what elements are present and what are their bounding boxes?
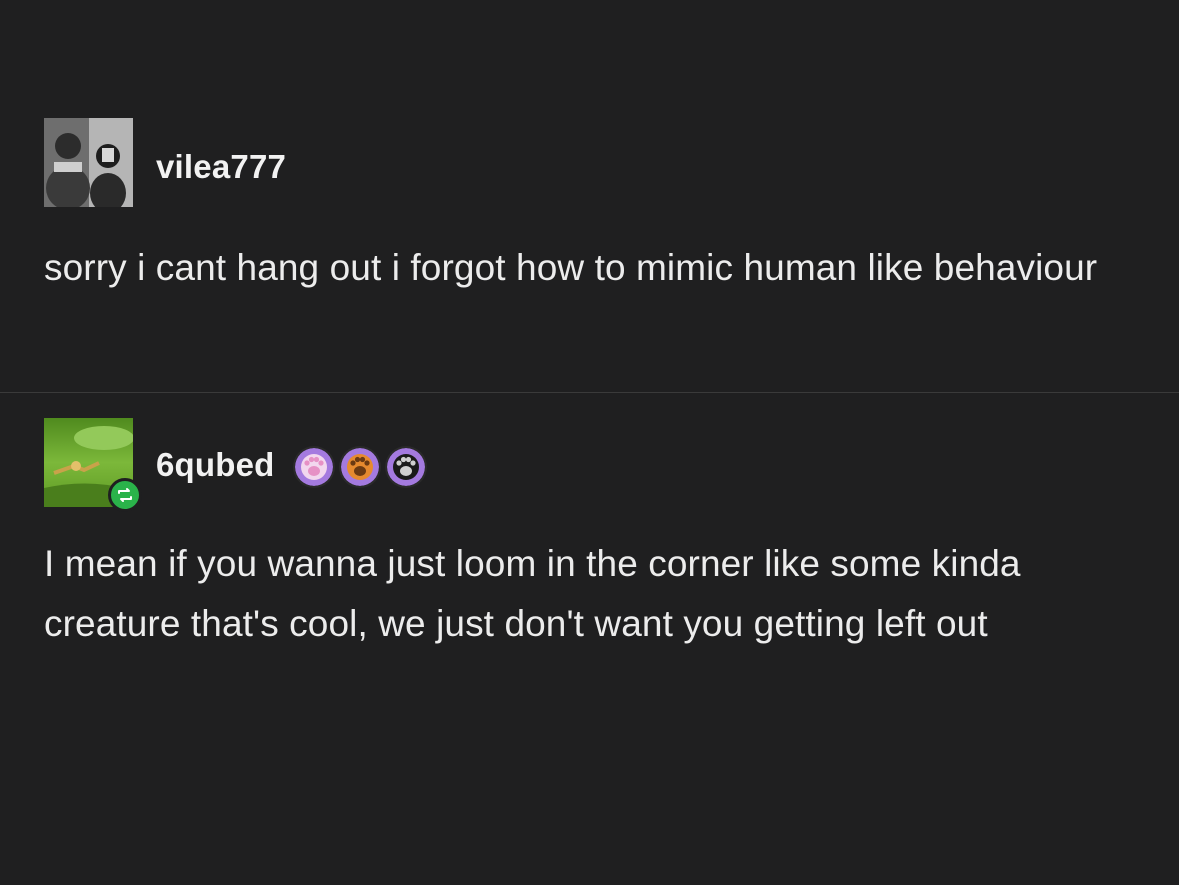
post-vilea777: vilea777 sorry i cant hang out i forgot … xyxy=(0,118,1179,288)
username[interactable]: 6qubed xyxy=(156,446,275,484)
post-thread: vilea777 sorry i cant hang out i forgot … xyxy=(0,0,1179,885)
post-6qubed: 6qubed I mean if you wanna just loom in … xyxy=(0,418,1179,644)
paw-badge-orange-icon[interactable] xyxy=(341,448,379,486)
post-header: 6qubed xyxy=(0,418,1179,512)
username[interactable]: vilea777 xyxy=(156,148,286,186)
post-text: sorry i cant hang out i forgot how to mi… xyxy=(44,247,1098,288)
reblog-icon xyxy=(108,478,142,512)
post-divider xyxy=(0,392,1179,393)
post-header: vilea777 xyxy=(0,118,1179,208)
badge-list xyxy=(295,448,425,488)
user-photo-avatar-icon xyxy=(44,118,133,207)
post-text: I mean if you wanna just loom in the cor… xyxy=(44,543,1021,644)
user-avatar[interactable] xyxy=(44,118,133,207)
paw-badge-black-icon[interactable] xyxy=(387,448,425,486)
paw-badge-pink-icon[interactable] xyxy=(295,448,333,486)
